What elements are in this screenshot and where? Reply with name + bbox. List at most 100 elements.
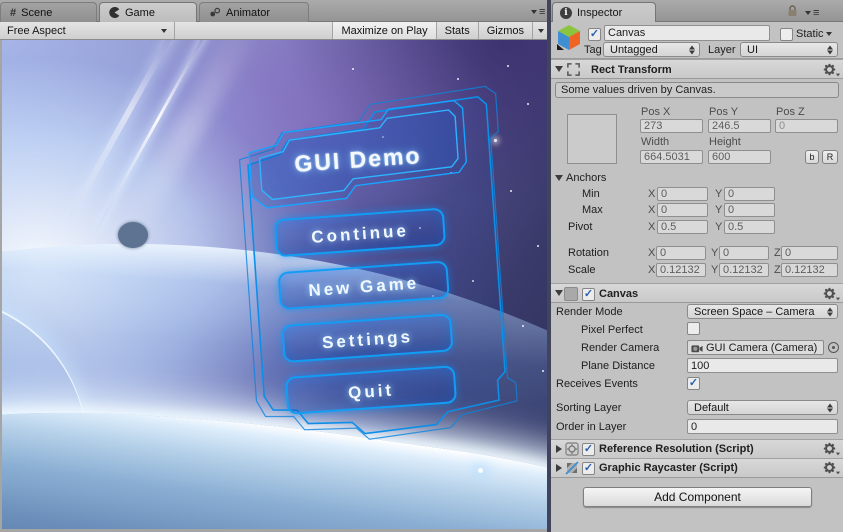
pos-y-field[interactable]: 246.5 [708, 119, 771, 133]
y-axis-label: Y [715, 204, 723, 216]
anchors-max-label: Max [582, 204, 603, 216]
tab-inspector-label: Inspector [577, 6, 623, 19]
static-label: Static [796, 28, 824, 40]
canvas-component-icon [564, 287, 578, 301]
aspect-dropdown[interactable]: Free Aspect [0, 22, 175, 39]
info-icon: i [560, 6, 572, 19]
receives-events-label: Receives Events [556, 378, 638, 390]
gizmos-button[interactable]: Gizmos [477, 22, 532, 39]
pivot-label: Pivot [568, 221, 593, 233]
layer-dropdown[interactable]: UI [740, 42, 838, 57]
active-checkbox[interactable]: ✓ [588, 28, 601, 41]
graphic-raycaster-foldout[interactable] [556, 464, 562, 472]
anchors-max-y-field[interactable]: 0 [724, 203, 775, 217]
anchors-min-label: Min [582, 188, 600, 200]
order-in-layer-field[interactable]: 0 [687, 419, 838, 434]
y-axis-label: Y [711, 264, 719, 276]
object-picker-icon[interactable] [828, 342, 839, 353]
anchors-max-x-field[interactable]: 0 [657, 203, 708, 217]
game-panel-menu-icon[interactable]: ≡ [531, 6, 545, 18]
rotation-label: Rotation [568, 247, 609, 259]
chevron-down-icon [161, 28, 167, 33]
lock-icon[interactable] [787, 5, 798, 21]
sorting-layer-dropdown[interactable]: Default [687, 400, 838, 415]
rect-transform-title: Rect Transform [591, 64, 672, 76]
reference-resolution-foldout[interactable] [556, 445, 562, 453]
pixel-perfect-checkbox[interactable] [687, 322, 700, 335]
anchors-foldout[interactable] [555, 175, 563, 181]
y-axis-label: Y [715, 221, 723, 233]
tab-inspector[interactable]: i Inspector [552, 2, 656, 22]
scale-x-field[interactable]: 0.12132 [656, 263, 706, 277]
graphic-raycaster-checkbox[interactable]: ✓ [582, 462, 595, 475]
name-field[interactable]: Canvas [604, 25, 770, 41]
game-panel-tabstrip: # Scene Game Animator ≡ [0, 0, 549, 22]
canvas-component-title: Canvas [599, 288, 639, 300]
rotation-x-field[interactable]: 0 [656, 246, 706, 260]
canvas-gear-icon[interactable] [823, 287, 841, 301]
height-field[interactable]: 600 [708, 150, 771, 164]
scale-label: Scale [568, 264, 596, 276]
render-camera-object-field[interactable]: GUI Camera (Camera) [687, 340, 824, 355]
pos-z-label: Pos Z [776, 106, 805, 118]
unity-editor-window: # Scene Game Animator ≡ Free Aspect Maxi… [0, 0, 843, 532]
width-field[interactable]: 664.5031 [640, 150, 703, 164]
driven-values-helpbox: Some values driven by Canvas. [555, 82, 839, 98]
rect-transform-foldout[interactable] [555, 66, 563, 72]
game-panel: # Scene Game Animator ≡ Free Aspect Maxi… [0, 0, 549, 532]
tab-animator[interactable]: Animator [199, 2, 309, 22]
x-axis-label: X [648, 204, 656, 216]
layer-label: Layer [708, 44, 736, 56]
reference-resolution-gear-icon[interactable] [823, 442, 841, 456]
canvas-enabled-checkbox[interactable]: ✓ [582, 288, 595, 301]
tab-scene-label: Scene [21, 6, 53, 19]
receives-events-checkbox[interactable]: ✓ [687, 377, 700, 390]
x-axis-label: X [648, 264, 656, 276]
sorting-layer-label: Sorting Layer [556, 402, 622, 414]
reference-resolution-icon [565, 442, 579, 459]
rotation-z-field[interactable]: 0 [781, 246, 838, 260]
canvas-foldout[interactable] [555, 290, 563, 296]
pos-x-label: Pos X [641, 106, 671, 118]
render-mode-dropdown[interactable]: Screen Space – Camera [687, 304, 838, 319]
z-axis-label: Z [774, 264, 781, 276]
inspector-menu-icon[interactable]: ≡ [805, 7, 819, 19]
pos-y-label: Pos Y [709, 106, 739, 118]
pivot-x-field[interactable]: 0.5 [657, 220, 708, 234]
width-label: Width [641, 136, 670, 148]
anchors-min-y-field[interactable]: 0 [724, 187, 775, 201]
rect-preview-box [567, 114, 617, 164]
plane-distance-label: Plane Distance [581, 360, 655, 372]
graphic-raycaster-gear-icon[interactable] [823, 461, 841, 475]
height-label: Height [709, 136, 741, 148]
gameobject-cube-icon[interactable] [556, 23, 583, 54]
tag-label: Tag [584, 44, 602, 56]
rect-transform-gear-icon[interactable] [823, 63, 841, 77]
static-checkbox[interactable] [780, 28, 793, 41]
graphic-raycaster-icon [565, 461, 579, 478]
blueprint-mode-button[interactable]: b [805, 150, 819, 164]
gui-demo-menu: GUI Demo Continue New Game Settings Quit [229, 71, 536, 480]
rotation-y-field[interactable]: 0 [719, 246, 769, 260]
game-view-icon [109, 7, 120, 18]
tag-dropdown[interactable]: Untagged [603, 42, 700, 57]
pivot-y-field[interactable]: 0.5 [724, 220, 775, 234]
scale-y-field[interactable]: 0.12132 [719, 263, 769, 277]
anchors-min-x-field[interactable]: 0 [657, 187, 708, 201]
tab-game[interactable]: Game [99, 2, 197, 22]
stats-button[interactable]: Stats [435, 22, 478, 39]
reference-resolution-title: Reference Resolution (Script) [599, 443, 754, 455]
scale-z-field[interactable]: 0.12132 [781, 263, 838, 277]
pos-x-field[interactable]: 273 [640, 119, 703, 133]
x-axis-label: X [648, 247, 656, 259]
raw-edit-mode-button[interactable]: R [822, 150, 838, 164]
add-component-button[interactable]: Add Component [583, 487, 812, 507]
plane-distance-field[interactable]: 100 [687, 358, 838, 373]
reference-resolution-checkbox[interactable]: ✓ [582, 443, 595, 456]
maximize-on-play-button[interactable]: Maximize on Play [332, 22, 436, 39]
static-dropdown-arrow[interactable] [826, 32, 832, 36]
pos-z-field[interactable]: 0 [775, 119, 838, 133]
anchors-label: Anchors [566, 172, 607, 184]
y-axis-label: Y [715, 188, 723, 200]
tab-scene[interactable]: # Scene [0, 2, 97, 22]
